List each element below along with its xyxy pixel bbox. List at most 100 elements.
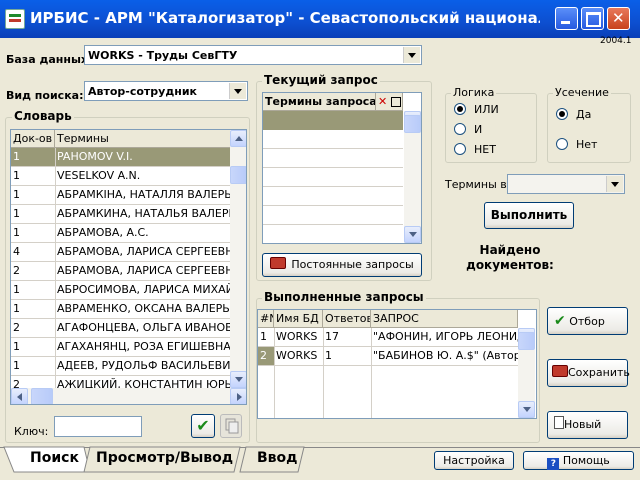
app-icon[interactable] [5,9,25,29]
cell-n: 1 [260,330,267,343]
scroll-thumb[interactable] [230,166,246,184]
copy-button[interactable] [220,414,242,438]
column-header-db-name[interactable]: Имя БД [274,310,323,328]
truncation-no-radio[interactable] [556,138,568,150]
logic-or-radio[interactable] [454,103,466,115]
row-term: АДЕЕВ, РУДОЛЬФ ВАСИЛЬЕВИЧ [57,359,230,372]
terms-in-select[interactable] [507,174,625,194]
save-label: Сохранить [568,366,630,379]
cell-answers: 17 [325,330,339,343]
chevron-down-icon[interactable] [403,47,420,63]
query-terms-table[interactable]: Термины запроса ✕ [262,92,422,244]
logic-not-label: НЕТ [474,143,496,156]
cell-query: "БАБИНОВ Ю. А.$" (Автор- [373,349,518,362]
row-count: 2 [13,321,20,334]
table-row[interactable]: 1 АБРАМКИНА, НАТАЛЬЯ ВАЛЕРЬЕВ [11,205,230,224]
chevron-down-icon[interactable] [229,83,246,99]
dictionary-hscroll[interactable] [11,388,246,404]
table-row[interactable]: 1 WORKS 17 "АФОНИН, ИГОРЬ ЛЕОНИД [258,328,518,347]
table-row[interactable]: 1 АГАХАНЯНЦ, РОЗА ЕГИШЕВНА ( [11,338,230,357]
table-row[interactable]: 1 АБРАМОВА, А.С. [11,224,230,243]
hscroll-thumb[interactable] [31,388,53,404]
row-count: 4 [13,245,20,258]
column-divider [323,328,324,418]
version-label: 2004.1 [600,36,632,46]
current-query-title: Текущий запрос [262,73,380,87]
execute-button[interactable]: Выполнить [484,202,574,229]
logic-not-radio[interactable] [454,143,466,155]
query-term-row[interactable] [263,225,403,243]
column-header-answers[interactable]: Ответов [323,310,371,328]
query-header-tools: ✕ [376,93,403,111]
dictionary-vscroll[interactable] [230,130,246,388]
dictionary-table[interactable]: Док-ов Термины 1 PAHOMOV V.I. 1 VESELKOV A.… [10,129,247,405]
select-button[interactable]: ✔ Отбор [547,307,628,335]
row-count: 1 [13,169,20,182]
tab-input[interactable]: Ввод [257,450,297,472]
table-row[interactable]: 1 АБРОСИМОВА, ЛАРИСА МИХАЙ [11,281,230,300]
query-term-row[interactable] [263,187,403,206]
column-header-number[interactable]: #N [258,310,274,328]
table-row[interactable]: 1 АДЕЕВ, РУДОЛЬФ ВАСИЛЬЕВИЧ [11,357,230,376]
maximize-button[interactable] [581,7,604,30]
query-term-row[interactable] [263,130,403,149]
table-row[interactable]: 2 АГАФОНЦЕВА, ОЛЬГА ИВАНОВН [11,319,230,338]
dictionary-title: Словарь [12,109,74,123]
scroll-thumb[interactable] [404,115,421,133]
table-row[interactable]: 1 АБРАМКІНА, НАТАЛЛЯ ВАЛЕРЬЕВ [11,186,230,205]
query-term-row-selected[interactable] [263,111,403,130]
permanent-queries-button[interactable]: Постоянные запросы [262,253,422,277]
query-term-row[interactable] [263,168,403,187]
column-header-count[interactable]: Док-ов [11,130,55,148]
table-row[interactable]: 1 VESELKOV A.N. [11,167,230,186]
tab-view-output[interactable]: Просмотр/Вывод [96,450,233,472]
cell-n: 2 [258,347,274,365]
save-button[interactable]: Сохранить [547,359,630,387]
window-icon[interactable] [391,97,401,107]
truncation-yes-radio[interactable] [556,108,568,120]
delete-icon[interactable]: ✕ [378,93,387,110]
confirm-button[interactable]: ✔ [191,414,215,438]
row-term: VESELKOV A.N. [57,169,141,182]
table-row[interactable]: 2 WORKS 1 "БАБИНОВ Ю. А.$" (Автор- [258,347,518,366]
row-count: 1 [13,359,20,372]
column-header-query[interactable]: ЗАПРОС [371,310,518,328]
row-term: АБРАМОВА, ЛАРИСА СЕРГЕЕВНА [57,245,230,258]
scroll-right-icon[interactable] [230,388,246,404]
executed-vscroll[interactable] [518,328,535,418]
settings-button[interactable]: Настройка [434,451,514,470]
scroll-thumb[interactable] [518,332,535,350]
chevron-down-icon[interactable] [606,176,623,192]
key-input[interactable] [54,416,142,437]
search-type-select[interactable]: Автор-сотрудник [84,81,248,101]
logic-and-radio[interactable] [454,123,466,135]
table-row[interactable]: 1 PAHOMOV V.I. [11,148,230,167]
column-header-terms[interactable]: Термины [55,130,231,148]
query-term-row[interactable] [263,206,403,225]
table-row[interactable]: 4 АБРАМОВА, ЛАРИСА СЕРГЕЕВНА [11,243,230,262]
tab-search[interactable]: Поиск [30,450,79,472]
executed-queries-table[interactable]: #N Имя БД Ответов ЗАПРОС 1 WORKS 17 "АФОНИН… [257,309,537,419]
scroll-left-icon[interactable] [11,388,28,404]
scroll-up-icon[interactable] [230,130,246,147]
new-button[interactable]: Новый [547,411,628,439]
minimize-button[interactable] [555,7,578,30]
new-label: Новый [564,418,602,431]
table-row[interactable]: 1 АВРАМЕНКО, ОКСАНА ВАЛЕРЬЕЕ [11,300,230,319]
database-select[interactable]: WORKS - Труды СевГТУ [84,45,422,65]
scroll-down-icon[interactable] [518,401,535,418]
query-term-row[interactable] [263,149,403,168]
query-vscroll[interactable] [404,111,421,243]
table-row[interactable]: 2 АБРАМОВА, ЛАРИСА СЕРГЕЕВНА [11,262,230,281]
close-button[interactable] [607,7,630,30]
logic-or-label: ИЛИ [474,103,499,116]
scroll-down-icon[interactable] [404,226,421,243]
row-term: АБРАМОВА, ЛАРИСА СЕРГЕЕВНА [57,264,230,277]
help-button[interactable]: ? Помощь [523,451,634,470]
column-header-query-terms[interactable]: Термины запроса [263,93,376,111]
checkmark-icon: ✔ [554,313,566,329]
database-label: База данных: [6,53,93,66]
key-label: Ключ: [14,425,49,438]
column-divider [371,328,372,418]
scroll-down-icon[interactable] [230,371,246,388]
